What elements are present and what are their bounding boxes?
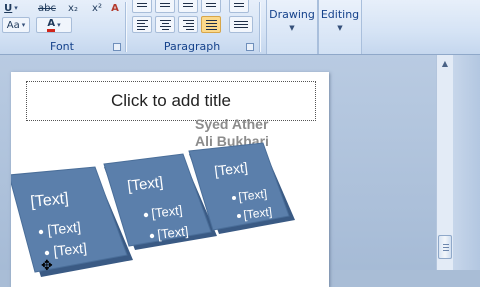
- paragraph-group-label: Paragraph: [163, 40, 221, 53]
- bullet-icon: [44, 250, 50, 256]
- scroll-thumb[interactable]: [438, 235, 452, 259]
- smartart-diagram[interactable]: [Text] [Text] [Text] [Text] [Text] [Text…: [11, 72, 329, 287]
- font-group: U ▾ abc x₂ x² A Aa ▾ A ▾ Font: [0, 0, 124, 54]
- paragraph-dialog-launcher[interactable]: [246, 43, 254, 51]
- grip-line: [443, 244, 449, 245]
- group-separator: [259, 2, 260, 52]
- vertical-scrollbar[interactable]: ▲: [436, 55, 453, 270]
- slide-workarea: Click to add title Syed Ather Ali Bukhar…: [0, 55, 436, 287]
- numbering-button[interactable]: [155, 0, 175, 13]
- chevron-down-icon: ▼: [289, 24, 295, 32]
- paragraph-group: Paragraph: [127, 0, 257, 54]
- scroll-up-arrow-icon[interactable]: ▲: [437, 55, 453, 71]
- slide-canvas[interactable]: Click to add title Syed Ather Ali Bukhar…: [11, 72, 329, 287]
- subscript-button[interactable]: x₂: [64, 0, 82, 16]
- bullet-icon: [232, 196, 236, 200]
- right-pane-edge: [453, 55, 480, 270]
- line-spacing-button[interactable]: [229, 0, 249, 13]
- grip-line: [443, 247, 449, 248]
- decrease-indent-button[interactable]: [178, 0, 198, 13]
- align-left-button[interactable]: [132, 16, 152, 33]
- bullet-icon: [143, 212, 149, 218]
- editing-label: Editing: [320, 8, 360, 21]
- chevron-down-icon: ▼: [337, 24, 343, 32]
- move-cursor-icon: ✥: [41, 258, 53, 274]
- underline-button[interactable]: U ▾: [2, 0, 20, 16]
- bullet-icon: [38, 229, 44, 235]
- grip-line: [443, 250, 449, 251]
- drawing-label: Drawing: [269, 8, 315, 21]
- columns-button[interactable]: [229, 16, 253, 33]
- superscript-button[interactable]: x²: [88, 0, 106, 16]
- align-right-button[interactable]: [178, 16, 198, 33]
- strikethrough-button[interactable]: abc: [36, 0, 58, 16]
- bullet-icon: [149, 233, 155, 239]
- drawing-button[interactable]: Drawing ▼: [266, 0, 318, 54]
- increase-indent-button[interactable]: [201, 0, 221, 13]
- editing-button[interactable]: Editing ▼: [318, 0, 362, 54]
- bullet-icon: [237, 214, 241, 218]
- align-center-button[interactable]: [155, 16, 175, 33]
- change-case-button[interactable]: Aa ▾: [2, 17, 30, 33]
- ribbon: U ▾ abc x₂ x² A Aa ▾ A ▾ Font Paragraph …: [0, 0, 480, 55]
- font-color-button[interactable]: A ▾: [36, 17, 72, 33]
- bullets-button[interactable]: [132, 0, 152, 13]
- font-dialog-launcher[interactable]: [113, 43, 121, 51]
- group-separator: [125, 2, 126, 52]
- font-group-label: Font: [50, 40, 74, 53]
- clear-formatting-button[interactable]: A: [108, 0, 122, 16]
- justify-button[interactable]: [201, 16, 221, 33]
